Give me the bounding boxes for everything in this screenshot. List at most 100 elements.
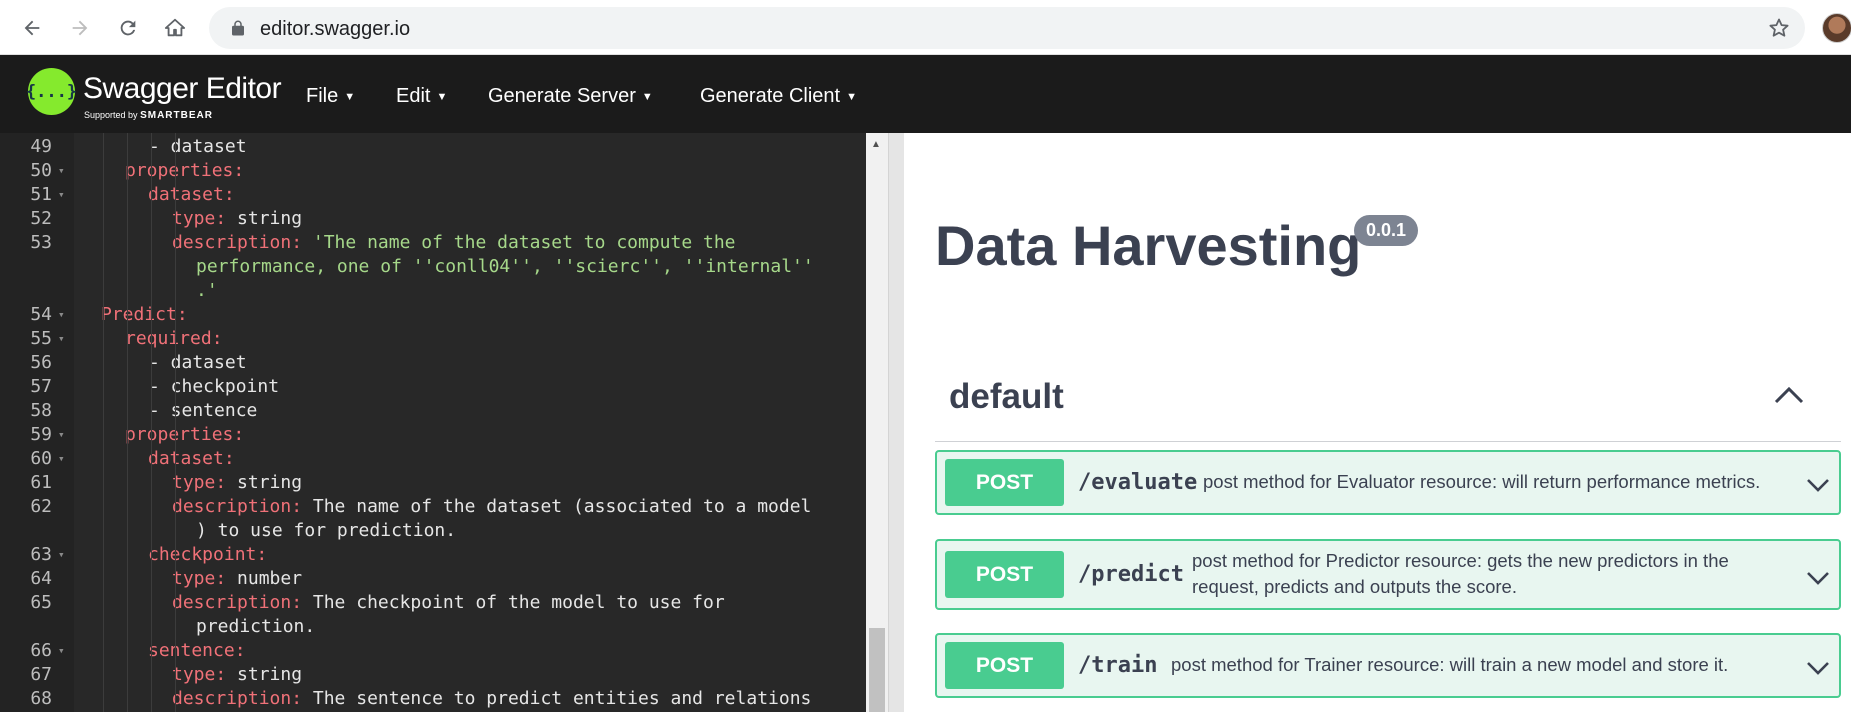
- caret-down-icon: ▼: [344, 90, 356, 103]
- line-number: 66: [30, 640, 52, 661]
- code-text: - dataset: [149, 136, 247, 157]
- operation-description: post method for Evaluator resource: will…: [1203, 471, 1761, 492]
- url-text[interactable]: editor.swagger.io: [260, 18, 410, 41]
- operation-description: post method for Trainer resource: will t…: [1171, 654, 1729, 675]
- code-text: description: The sentence to predict ent…: [172, 688, 812, 709]
- back-button[interactable]: [15, 11, 49, 45]
- code-text: .': [196, 280, 218, 301]
- operation-evaluate[interactable]: POST /evaluate post method for Evaluator…: [935, 450, 1841, 515]
- swagger-ui-panel: Data Harvesting 0.0.1 default POST /eval…: [904, 133, 1851, 712]
- caret-down-icon: ▼: [641, 90, 653, 103]
- code-text: dataset:: [148, 184, 235, 205]
- line-number: 53: [30, 232, 52, 253]
- line-number: 56: [30, 352, 52, 373]
- line-number: 59: [30, 424, 52, 445]
- star-icon[interactable]: [1767, 16, 1791, 40]
- line-number: 68: [30, 688, 52, 709]
- chevron-down-icon[interactable]: [1805, 567, 1831, 587]
- indent-guide: [151, 133, 152, 712]
- line-number: 63: [30, 544, 52, 565]
- home-icon: [164, 18, 186, 37]
- line-number: 50: [30, 160, 52, 181]
- api-title: Data Harvesting: [935, 214, 1362, 277]
- indent-guide: [103, 133, 104, 712]
- line-number: 58: [30, 400, 52, 421]
- line-number: 67: [30, 664, 52, 685]
- method-badge: POST: [945, 459, 1064, 506]
- browser-toolbar: editor.swagger.io: [0, 0, 1851, 55]
- code-text: performance, one of ''conll04'', ''scier…: [196, 256, 814, 277]
- code-text: description: The name of the dataset (as…: [172, 496, 812, 517]
- code-text: type: string: [172, 208, 303, 229]
- fold-arrow-icon[interactable]: ▾: [58, 327, 65, 351]
- caret-down-icon: ▼: [846, 90, 857, 103]
- chevron-up-icon[interactable]: [1772, 383, 1806, 407]
- line-number: 54: [30, 304, 52, 325]
- operation-path: /evaluate: [1078, 470, 1198, 495]
- address-bar[interactable]: editor.swagger.io: [209, 7, 1805, 49]
- fold-arrow-icon[interactable]: ▾: [58, 303, 65, 327]
- profile-avatar[interactable]: [1822, 13, 1851, 43]
- operation-path: /predict: [1078, 562, 1184, 587]
- code-text: - sentence: [149, 400, 258, 421]
- home-button[interactable]: [158, 11, 192, 45]
- fold-arrow-icon[interactable]: ▾: [58, 447, 65, 471]
- swagger-header: {...} Swagger Editor Supported by SMARTB…: [0, 55, 1851, 133]
- scroll-up-arrow-icon[interactable]: ▲: [871, 139, 881, 150]
- yaml-editor[interactable]: 49 - dataset 50 ▾ properties: 51 ▾ dataset: 52 ty…: [0, 133, 888, 712]
- lock-icon: [232, 20, 244, 36]
- code-text: prediction.: [196, 616, 316, 637]
- code-text: description: 'The name of the dataset to…: [172, 232, 736, 253]
- operation-predict[interactable]: POST /predict post method for Predictor …: [935, 539, 1841, 610]
- menu-file[interactable]: File ▼: [306, 85, 355, 108]
- tag-default[interactable]: default: [949, 377, 1064, 417]
- back-icon: [24, 20, 40, 36]
- reload-button[interactable]: [111, 11, 145, 45]
- editor-scrollbar[interactable]: [866, 133, 888, 712]
- fold-arrow-icon[interactable]: ▾: [58, 159, 65, 183]
- menu-generate-client[interactable]: Generate Client ▼: [700, 85, 857, 108]
- operation-description: post method for Predictor resource: gets…: [1192, 550, 1729, 597]
- operation-path: /train: [1078, 653, 1158, 678]
- code-text: - checkpoint: [149, 376, 280, 397]
- indent-guide: [175, 133, 176, 712]
- line-number: 64: [30, 568, 52, 589]
- tag-divider: [935, 441, 1841, 442]
- line-number: 61: [30, 472, 52, 493]
- code-text: type: number: [172, 568, 303, 589]
- line-number: 52: [30, 208, 52, 229]
- line-number: 57: [30, 376, 52, 397]
- fold-arrow-icon[interactable]: ▾: [58, 639, 65, 663]
- menu-edit[interactable]: Edit ▼: [396, 85, 447, 108]
- code-text: checkpoint:: [148, 544, 268, 565]
- fold-arrow-icon[interactable]: ▾: [58, 183, 65, 207]
- swagger-logo-icon: {...}: [26, 68, 77, 115]
- operation-train[interactable]: POST /train post method for Trainer reso…: [935, 633, 1841, 698]
- forward-button[interactable]: [63, 11, 97, 45]
- caret-down-icon: ▼: [436, 90, 448, 103]
- line-number: 55: [30, 328, 52, 349]
- fold-arrow-icon[interactable]: ▾: [58, 543, 65, 567]
- code-text: ) to use for prediction.: [196, 520, 457, 541]
- pane-splitter[interactable]: [888, 133, 904, 712]
- code-text: sentence:: [148, 640, 246, 661]
- editor-scrollbar-thumb[interactable]: [869, 628, 885, 712]
- line-number: 62: [30, 496, 52, 517]
- line-number: 51: [30, 184, 52, 205]
- chevron-down-icon[interactable]: [1805, 474, 1831, 494]
- line-number: 65: [30, 592, 52, 613]
- logo-subtitle: Supported by SMARTBEAR: [84, 110, 213, 121]
- code-text: dataset:: [148, 448, 235, 469]
- menu-generate-server[interactable]: Generate Server ▼: [488, 85, 653, 108]
- forward-icon: [72, 20, 88, 36]
- code-text: type: string: [172, 664, 303, 685]
- code-text: properties:: [125, 160, 245, 181]
- indent-guide: [127, 133, 128, 712]
- reload-icon: [120, 20, 136, 36]
- fold-arrow-icon[interactable]: ▾: [58, 423, 65, 447]
- code-text: properties:: [125, 424, 245, 445]
- code-text: type: string: [172, 472, 303, 493]
- line-number: 49: [30, 136, 52, 157]
- chevron-down-icon[interactable]: [1805, 657, 1831, 677]
- app-title: Swagger Editor: [83, 72, 282, 105]
